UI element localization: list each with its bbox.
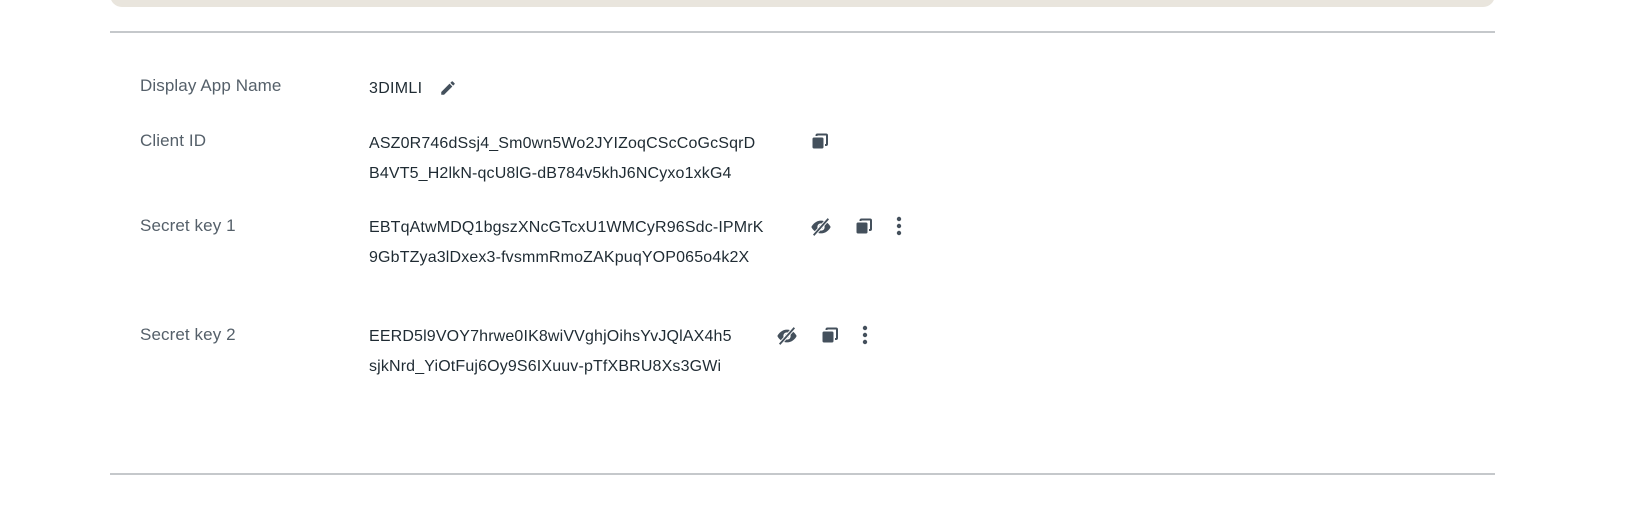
secret-key-1-value-line-2: 9GbTZya3lDxex3-fvsmmRmoZAKpuqYOP065o4k2X (369, 249, 750, 266)
client-id-value-line-2: B4VT5_H2lkN-qcU8lG-dB784v5khJ6NCyxo1xkG4 (369, 165, 732, 182)
secret-key-1-value-line-1: EBTqAtwMDQ1bgszXNcGTcxU1WMCyR96Sdc-IPMrK (369, 219, 764, 236)
client-id-label: Client ID (140, 131, 207, 150)
top-panel (110, 0, 1495, 7)
section-divider-top (110, 31, 1495, 33)
secret-key-2-value-line-2: sjkNrd_YiOtFuj6Oy9S6IXuuv-pTfXBRU8Xs3GWi (369, 358, 722, 375)
secret-key-2-value-line-1: EERD5l9VOY7hrwe0IK8wiVVghjOihsYvJQlAX4h5 (369, 328, 732, 345)
secret-key-2-label: Secret key 2 (140, 325, 236, 344)
pencil-icon[interactable] (436, 76, 460, 100)
client-id-value-line-1: ASZ0R746dSsj4_Sm0wn5Wo2JYIZoqCScCoGcSqrD (369, 135, 756, 152)
eye-off-icon[interactable] (809, 215, 833, 239)
eye-off-icon[interactable] (775, 324, 799, 348)
copy-icon[interactable] (808, 130, 832, 154)
more-vertical-icon[interactable] (887, 214, 911, 238)
display-app-name-value: 3DIMLI (369, 80, 423, 97)
copy-icon[interactable] (852, 215, 876, 239)
display-app-name-label: Display App Name (140, 76, 282, 95)
more-vertical-icon[interactable] (853, 323, 877, 347)
copy-icon[interactable] (818, 324, 842, 348)
secret-key-1-label: Secret key 1 (140, 216, 236, 235)
section-divider-bottom (110, 473, 1495, 475)
